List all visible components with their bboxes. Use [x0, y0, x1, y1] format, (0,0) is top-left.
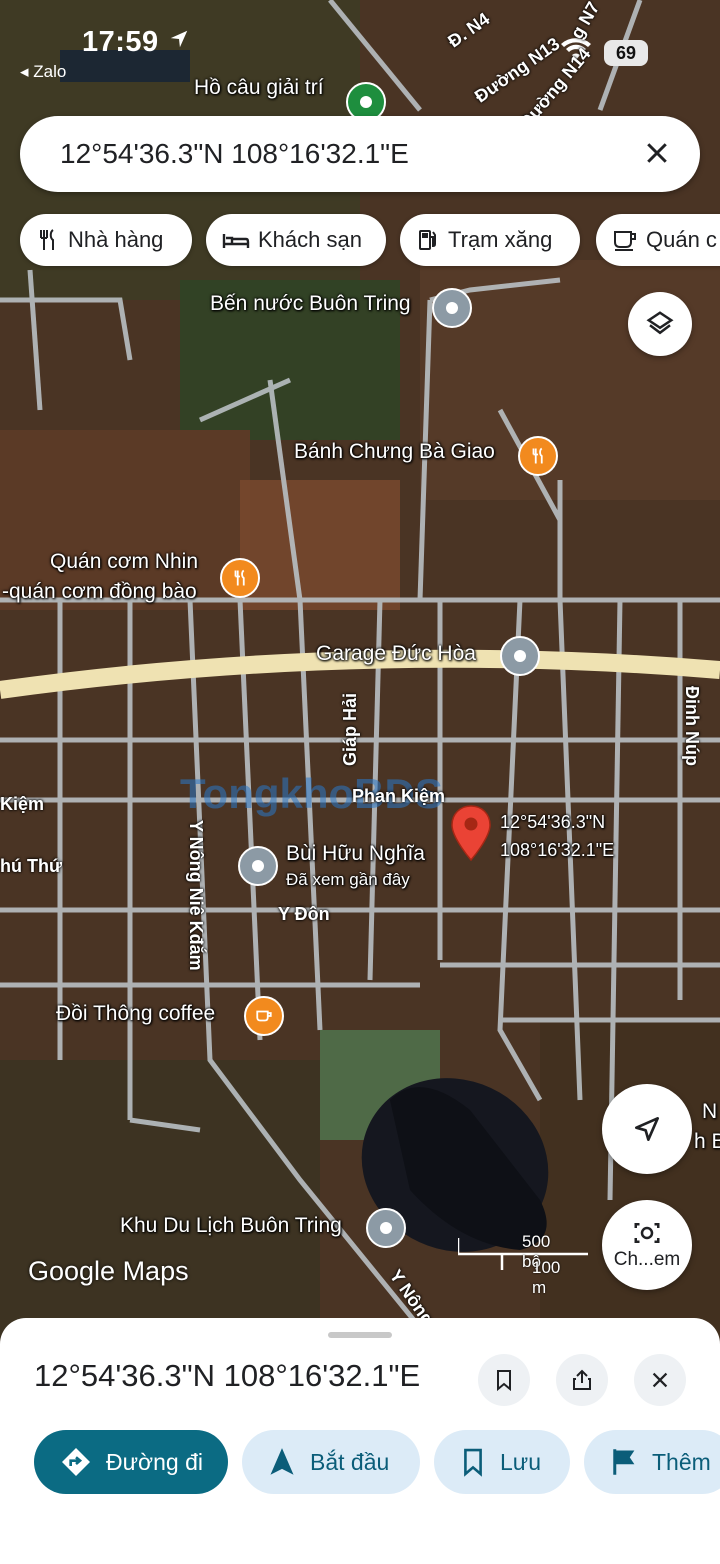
chip-label: Nhà hàng	[68, 227, 164, 252]
directions-label: Đường đi	[106, 1448, 203, 1475]
navigation-arrow-icon	[635, 1117, 659, 1141]
layers-button[interactable]	[628, 292, 692, 356]
search-query[interactable]: 12°54'36.3"N 108°16'32.1"E	[60, 138, 409, 170]
chip-restaurant[interactable]: Nhà hàng	[20, 214, 192, 266]
poi-pin-icon[interactable]	[238, 846, 278, 886]
street-label-phan-kiem: Phan Kiệm	[352, 786, 446, 806]
poi-pin-icon[interactable]	[432, 288, 472, 328]
street-label-y-don: Y Đôn	[278, 904, 330, 924]
flag-icon	[613, 1449, 635, 1475]
layers-icon	[646, 311, 674, 335]
sheet-handle[interactable]	[328, 1332, 392, 1338]
place-sheet[interactable]: 12°54'36.3"N 108°16'32.1"E Đường đi Bắt …	[0, 1318, 720, 1564]
bookmark-icon	[497, 1370, 511, 1392]
cafe-pin-icon[interactable]	[244, 996, 284, 1036]
camera-lens-icon	[634, 1223, 660, 1243]
street-label-thu-left: hú Thứ	[0, 856, 63, 876]
search-bar[interactable]: 12°54'36.3"N 108°16'32.1"E	[20, 116, 700, 192]
status-bar: 17:59 ◂ Zalo 69	[0, 20, 720, 81]
cafe-icon	[614, 231, 636, 251]
directions-icon	[62, 1448, 90, 1476]
map-view[interactable]: 17:59 ◂ Zalo 69 Hồ câu giải trí Đ. N4 Đư…	[0, 0, 720, 1340]
scale-m: 100 m	[532, 1258, 561, 1297]
directions-button[interactable]: Đường đi	[34, 1430, 228, 1494]
screenshot-button-label: Ch...em	[613, 1249, 681, 1270]
close-icon[interactable]	[642, 138, 672, 168]
action-buttons: Đường đi Bắt đầu Lưu Thêm	[0, 1430, 720, 1496]
street-label-dinh-nup: Đinh Núp	[682, 686, 702, 766]
pin-coords-lat: 12°54'36.3"N	[500, 812, 606, 832]
chip-label: Trạm xăng	[448, 227, 553, 252]
restaurant-pin-icon[interactable]	[518, 436, 558, 476]
hotel-icon	[222, 234, 250, 248]
poi-pin-icon[interactable]	[366, 1208, 406, 1248]
more-label: Thêm	[652, 1448, 711, 1475]
chip-cafe[interactable]: Quán c	[596, 214, 720, 266]
restaurant-pin-icon[interactable]	[220, 558, 260, 598]
save-button[interactable]: Lưu	[434, 1430, 570, 1494]
street-label-right-hb: h B	[694, 1130, 720, 1153]
share-icon	[573, 1369, 591, 1390]
place-label-ben-nuoc[interactable]: Bến nước Buôn Tring	[210, 292, 411, 316]
sheet-title: 12°54'36.3"N 108°16'32.1"E	[34, 1358, 421, 1393]
place-label-doi-thong[interactable]: Đồi Thông coffee	[56, 1002, 215, 1026]
screenshot-search-button[interactable]: Ch...em	[602, 1200, 692, 1290]
back-to-app[interactable]: ◂ Zalo	[20, 62, 66, 82]
my-location-button[interactable]	[602, 1084, 692, 1174]
save-icon-button[interactable]	[478, 1354, 530, 1406]
pin-coords-lng: 108°16'32.1"E	[500, 840, 615, 860]
close-icon	[652, 1372, 668, 1388]
place-label-quan-com-1[interactable]: Quán cơm Nhin	[50, 550, 198, 574]
chip-label: Khách sạn	[258, 227, 362, 252]
more-button[interactable]: Thêm	[584, 1430, 720, 1494]
share-button[interactable]	[556, 1354, 608, 1406]
category-chips: Nhà hàng Khách sạn Trạm xăng Quán c	[20, 214, 720, 266]
street-label-kiem-left: Kiệm	[0, 794, 45, 814]
start-button[interactable]: Bắt đầu	[242, 1430, 420, 1494]
save-label: Lưu	[500, 1448, 541, 1475]
dropped-pin-icon[interactable]	[450, 804, 492, 862]
chip-gas-station[interactable]: Trạm xăng	[400, 214, 580, 266]
street-label-right-n: N	[702, 1100, 718, 1123]
place-label-quan-com-2[interactable]: -quán cơm đồng bào	[2, 580, 197, 604]
status-time: 17:59	[82, 26, 159, 58]
chip-label: Quán c	[646, 227, 717, 252]
google-maps-logo: Google Maps	[28, 1256, 189, 1286]
place-label-khu-du-lich[interactable]: Khu Du Lịch Buôn Tring	[120, 1214, 342, 1238]
location-arrow-icon	[170, 30, 188, 48]
recently-viewed-label: Đã xem gần đây	[286, 870, 410, 889]
place-label-banh-chung[interactable]: Bánh Chưng Bà Giao	[294, 440, 495, 464]
close-sheet-button[interactable]	[634, 1354, 686, 1406]
restaurant-icon	[40, 229, 54, 250]
street-label-y-nong-nie: Y Nông Niê Kđắm	[186, 820, 206, 971]
place-label-bui-huu-nghia[interactable]: Bùi Hữu Nghĩa	[286, 842, 425, 866]
place-label-garage[interactable]: Garage Đức Hòa	[316, 642, 476, 666]
navigation-arrow-icon	[270, 1448, 294, 1475]
start-label: Bắt đầu	[310, 1448, 390, 1475]
gas-station-icon	[419, 230, 436, 250]
chip-hotel[interactable]: Khách sạn	[206, 214, 386, 266]
poi-pin-icon[interactable]	[500, 636, 540, 676]
bookmark-icon	[464, 1448, 482, 1477]
place-label-ho-cau[interactable]: Hồ câu giải trí	[194, 76, 324, 100]
battery-indicator: 69	[604, 40, 648, 66]
street-label-giap-hai: Giáp Hải	[340, 692, 360, 766]
